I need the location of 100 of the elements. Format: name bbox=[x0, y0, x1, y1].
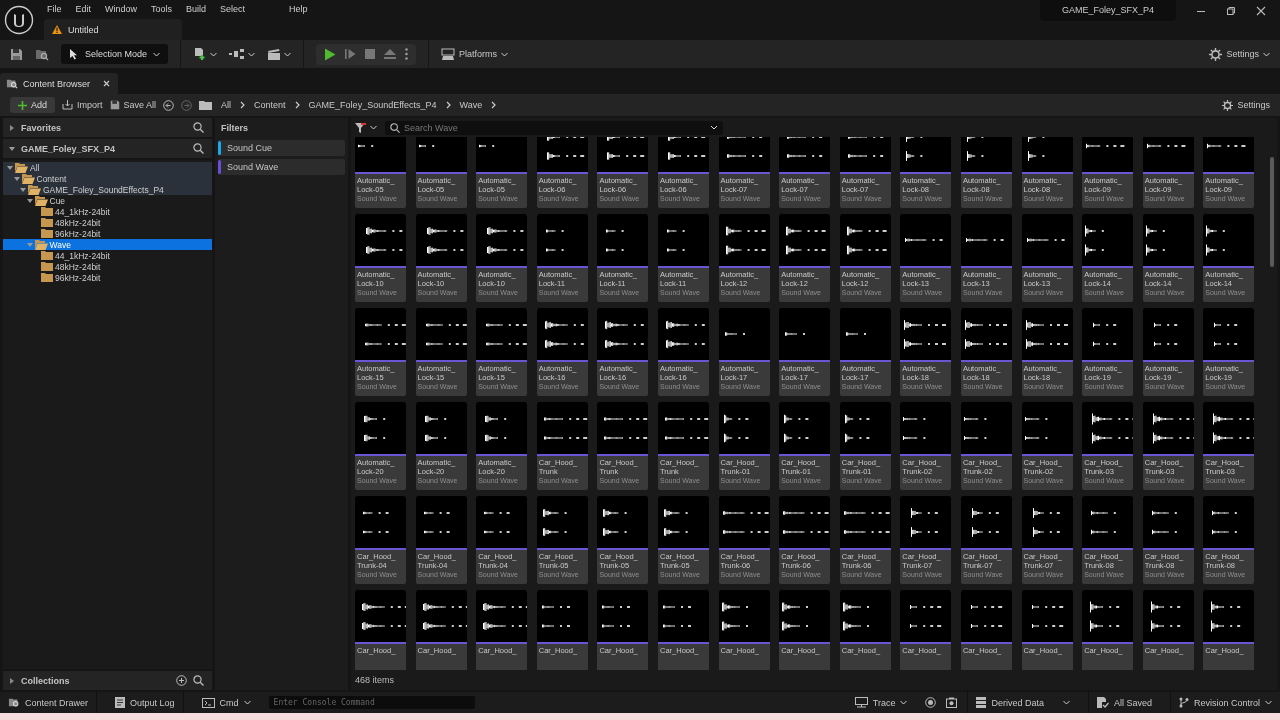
step-icon[interactable] bbox=[345, 48, 357, 60]
breadcrumb-item[interactable]: Content bbox=[254, 100, 286, 110]
chevron-icon[interactable] bbox=[240, 101, 246, 109]
menu-item[interactable]: Build bbox=[179, 3, 214, 14]
record-icon[interactable] bbox=[925, 697, 937, 708]
folder-icon[interactable] bbox=[199, 100, 213, 110]
menu-item[interactable]: Help bbox=[282, 3, 315, 14]
folder-tree-item[interactable]: 44_1kHz-24bit bbox=[3, 250, 212, 261]
open-folder-icon bbox=[34, 195, 48, 206]
play-icon[interactable] bbox=[324, 47, 337, 61]
document-tab[interactable]: Untitled bbox=[44, 19, 182, 40]
camera-icon[interactable] bbox=[946, 697, 958, 708]
back-icon[interactable] bbox=[163, 99, 175, 111]
project-name: GAME_Foley_SFX_P4 bbox=[1039, 0, 1176, 21]
caret-icon bbox=[210, 51, 218, 57]
filter-dropdown[interactable] bbox=[355, 122, 377, 133]
project-header[interactable]: GAME_Foley_SFX_P4 bbox=[3, 139, 212, 158]
waveform-thumbnail bbox=[1203, 214, 1255, 268]
waveform-thumbnail bbox=[597, 496, 649, 550]
restore-icon[interactable] bbox=[1226, 6, 1236, 16]
selection-mode-dropdown[interactable]: Selection Mode bbox=[61, 44, 169, 64]
eject-icon[interactable] bbox=[384, 48, 397, 60]
more-icon[interactable] bbox=[405, 48, 409, 60]
waveform-thumbnail bbox=[355, 308, 406, 362]
favorites-header[interactable]: Favorites bbox=[3, 118, 212, 137]
folder-icon bbox=[41, 218, 53, 227]
waveform-thumbnail bbox=[1082, 496, 1134, 550]
folder-tree-item[interactable]: All bbox=[3, 162, 212, 173]
engine-logo-icon[interactable] bbox=[4, 5, 34, 35]
breadcrumb-item[interactable]: GAME_Foley_SoundEffects_P4 bbox=[308, 100, 437, 110]
waveform-thumbnail bbox=[718, 308, 770, 362]
console-input[interactable]: Enter Console Command bbox=[268, 696, 475, 709]
breadcrumb-item[interactable]: Wave bbox=[459, 100, 483, 110]
import-button[interactable]: Import bbox=[62, 100, 103, 110]
menu-item[interactable]: Tools bbox=[144, 3, 180, 14]
caret-icon bbox=[1263, 51, 1270, 57]
close-icon[interactable] bbox=[1256, 6, 1266, 16]
menu-item[interactable]: Window bbox=[98, 3, 145, 14]
folder-tree-item[interactable]: 48kHz-24bit bbox=[3, 261, 212, 272]
waveform-thumbnail bbox=[779, 308, 831, 362]
search-field[interactable]: Search Wave bbox=[404, 121, 706, 134]
menu-item[interactable]: Select bbox=[213, 3, 253, 14]
waveform-thumbnail bbox=[839, 308, 891, 362]
folder-tree-item[interactable]: 44_1kHz-24bit bbox=[3, 206, 212, 217]
add-icon[interactable] bbox=[176, 675, 187, 686]
waveform-thumbnail bbox=[476, 590, 528, 644]
chevron-icon[interactable] bbox=[294, 101, 300, 109]
search-icon[interactable] bbox=[193, 675, 204, 686]
waveform-thumbnail bbox=[1142, 214, 1194, 268]
filters-title: Filters bbox=[220, 121, 249, 135]
folder-tree-item[interactable]: 96kHz-24bit bbox=[3, 272, 212, 283]
waveform-thumbnail bbox=[900, 496, 952, 550]
waveform-thumbnail bbox=[839, 496, 891, 550]
folder-tree-item[interactable]: GAME_Foley_SoundEffects_P4 bbox=[3, 184, 212, 195]
caret-icon bbox=[248, 51, 256, 57]
folder-tree-item[interactable]: 96kHz-24bit bbox=[3, 228, 212, 239]
folder-tree-item[interactable]: Wave bbox=[3, 239, 212, 250]
add-actor-dropdown[interactable] bbox=[193, 47, 218, 61]
folder-tree-item[interactable]: Content bbox=[3, 173, 212, 184]
waveform-thumbnail bbox=[839, 590, 891, 644]
search-icon[interactable] bbox=[193, 143, 204, 154]
save-all-button[interactable]: Save All bbox=[109, 100, 157, 110]
folder-tree-item[interactable]: 48kHz-24bit bbox=[3, 217, 212, 228]
breadcrumb-item[interactable]: All bbox=[221, 100, 232, 110]
save-icon[interactable] bbox=[10, 47, 23, 61]
waveform-thumbnail bbox=[839, 214, 891, 268]
waveform-thumbnail bbox=[960, 590, 1012, 644]
trace-dropdown[interactable]: Trace bbox=[846, 692, 916, 713]
gamepad-icon bbox=[441, 47, 456, 61]
waveform-thumbnail bbox=[476, 214, 528, 268]
stop-icon[interactable] bbox=[365, 49, 376, 59]
waveform-thumbnail bbox=[1203, 496, 1255, 550]
cmd-dropdown[interactable]: Cmd bbox=[193, 692, 259, 713]
caret-icon[interactable] bbox=[710, 125, 718, 130]
settings-dropdown[interactable]: Settings bbox=[1209, 47, 1270, 61]
menu-item[interactable]: File bbox=[40, 3, 69, 14]
caret-icon bbox=[243, 700, 251, 705]
content-browser-tab[interactable]: Content Browser bbox=[0, 73, 119, 94]
filter-item[interactable]: Sound Cue bbox=[218, 140, 345, 156]
close-icon[interactable] bbox=[103, 80, 111, 87]
waveform-thumbnail bbox=[1142, 590, 1194, 644]
scrollbar-thumb[interactable] bbox=[1270, 157, 1274, 267]
chevron-icon[interactable] bbox=[445, 101, 451, 109]
search-bar[interactable]: Search Wave bbox=[385, 120, 723, 135]
collections-header[interactable]: Collections bbox=[3, 671, 212, 690]
waveform-thumbnail bbox=[415, 496, 467, 550]
menu-item[interactable]: Edit bbox=[68, 3, 99, 14]
waveform-thumbnail bbox=[900, 402, 952, 456]
chevron-icon[interactable] bbox=[491, 101, 497, 109]
filter-item[interactable]: Sound Wave bbox=[218, 159, 345, 175]
waveform-thumbnail bbox=[355, 214, 406, 268]
settings-button[interactable]: Settings bbox=[1222, 99, 1270, 111]
folder-search-icon[interactable] bbox=[35, 47, 49, 61]
platforms-dropdown[interactable]: Platforms bbox=[441, 47, 509, 61]
add-button[interactable]: Add bbox=[10, 97, 55, 113]
search-icon[interactable] bbox=[193, 122, 204, 133]
caret-icon bbox=[900, 700, 908, 705]
clapperboard-dropdown[interactable] bbox=[267, 47, 292, 61]
waveform-thumbnail bbox=[657, 214, 709, 268]
folder-tree-item[interactable]: Cue bbox=[3, 195, 212, 206]
